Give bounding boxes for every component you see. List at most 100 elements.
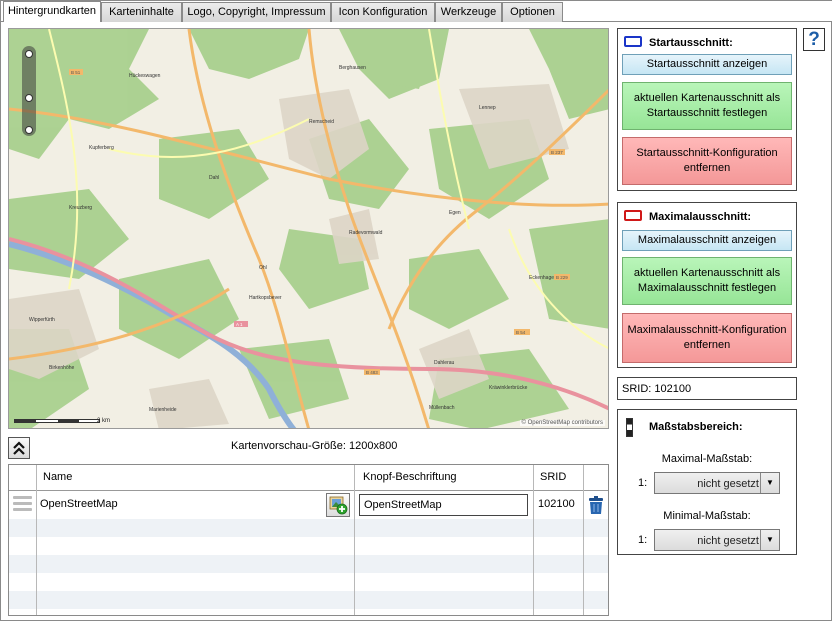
svg-text:Müllenbach: Müllenbach: [429, 405, 455, 411]
chevron-down-icon[interactable]: ▼: [760, 473, 779, 493]
min-scale-prefix: 1:: [638, 534, 648, 546]
svg-text:B 229: B 229: [556, 275, 568, 280]
svg-text:B 51: B 51: [71, 70, 81, 75]
row-name: OpenStreetMap: [40, 498, 118, 510]
svg-text:B 237: B 237: [551, 150, 563, 155]
svg-text:Eckenhagen: Eckenhagen: [529, 275, 557, 281]
basemap-grid: Name Knopf-Beschriftung SRID OpenStreetM…: [8, 464, 609, 616]
svg-text:Berghausen: Berghausen: [339, 65, 366, 71]
svg-text:A 1: A 1: [236, 322, 243, 327]
tab-logo-copyright-impressum[interactable]: Logo, Copyright, Impressum: [182, 2, 331, 22]
button-label-input[interactable]: [359, 494, 528, 516]
double-chevron-up-icon: [13, 441, 25, 455]
add-image-button[interactable]: [326, 493, 350, 517]
table-row[interactable]: OpenStreetMap 102100: [9, 491, 608, 519]
svg-text:Radevormwald: Radevormwald: [349, 230, 383, 236]
max-scale-select[interactable]: nicht gesetzt ▼: [654, 472, 780, 494]
delete-row-button[interactable]: [586, 495, 606, 515]
start-extent-panel: Startausschnitt: Startausschnitt anzeige…: [617, 28, 797, 191]
svg-text:Dahlerau: Dahlerau: [434, 360, 455, 366]
svg-text:Wipperfürth: Wipperfürth: [29, 317, 55, 323]
max-extent-color-icon: [624, 210, 642, 221]
grid-column-divider: [533, 465, 534, 615]
svg-text:Marienheide: Marienheide: [149, 407, 177, 413]
map-attribution[interactable]: © OpenStreetMap contributors: [519, 420, 605, 426]
trash-icon: [589, 496, 603, 514]
svg-text:Birkenhöhe: Birkenhöhe: [49, 365, 75, 371]
scale-range-icon: [626, 418, 633, 437]
chevron-down-icon[interactable]: ▼: [760, 530, 779, 550]
max-extent-panel: Maximalausschnitt: Maximalausschnitt anz…: [617, 202, 797, 368]
grid-empty-row: [9, 591, 608, 609]
grid-column-divider: [36, 465, 37, 615]
header-srid[interactable]: SRID: [540, 471, 566, 483]
map-preview[interactable]: Hückeswagen Remscheid Lennep Radevormwal…: [8, 28, 609, 429]
tab-karteninhalte[interactable]: Karteninhalte: [101, 2, 182, 22]
zoom-slider[interactable]: [22, 46, 36, 136]
show-start-extent-button[interactable]: Startausschnitt anzeigen: [622, 54, 792, 75]
svg-text:Hückeswagen: Hückeswagen: [129, 73, 161, 79]
tab-bar: Hintergrundkarten Karteninhalte Logo, Co…: [1, 1, 832, 22]
scale-range-panel: Maßstabsbereich: Maximal-Maßstab: 1: nic…: [617, 409, 797, 555]
map-preview-size-label: Kartenvorschau-Größe: 1200x800: [231, 440, 398, 452]
svg-text:Hartkopsbever: Hartkopsbever: [249, 295, 282, 301]
remove-start-extent-label-1: Startausschnitt-Konfiguration: [636, 147, 778, 159]
grid-empty-row: [9, 537, 608, 555]
min-scale-label: Minimal-Maßstab:: [663, 510, 751, 522]
max-scale-prefix: 1:: [638, 477, 648, 489]
grid-empty-row: [9, 555, 608, 573]
row-srid: 102100: [538, 498, 575, 510]
tab-hintergrundkarten[interactable]: Hintergrundkarten: [3, 1, 101, 22]
scale-range-title: Maßstabsbereich:: [649, 421, 743, 433]
remove-start-extent-button[interactable]: Startausschnitt-Konfiguration entfernen: [622, 137, 792, 185]
set-max-extent-button[interactable]: aktuellen Kartenausschnitt als Maximalau…: [622, 257, 792, 305]
srid-display: SRID: 102100: [617, 377, 797, 400]
collapse-map-button[interactable]: [8, 437, 30, 459]
remove-max-extent-label-1: Maximalausschnitt-Konfiguration: [627, 324, 787, 336]
header-button-label[interactable]: Knopf-Beschriftung: [363, 471, 457, 483]
grid-header: Name Knopf-Beschriftung SRID: [9, 465, 608, 491]
max-scale-label: Maximal-Maßstab:: [661, 453, 753, 465]
grid-empty-row: [9, 519, 608, 537]
app-frame: Hintergrundkarten Karteninhalte Logo, Co…: [0, 0, 832, 621]
map-scale-bar: [14, 419, 100, 423]
svg-text:Kreuzberg: Kreuzberg: [69, 205, 92, 211]
image-add-icon: [329, 496, 348, 515]
header-name[interactable]: Name: [43, 471, 72, 483]
svg-text:Dahl: Dahl: [209, 175, 219, 181]
set-start-extent-label-1: aktuellen Kartenausschnitt als: [633, 92, 781, 104]
svg-text:B 54: B 54: [516, 330, 526, 335]
drag-handle-icon[interactable]: [13, 496, 32, 512]
min-scale-select[interactable]: nicht gesetzt ▼: [654, 529, 780, 551]
tab-werkzeuge[interactable]: Werkzeuge: [435, 2, 502, 22]
grid-column-divider: [583, 465, 584, 615]
zoom-out-handle[interactable]: [25, 126, 33, 134]
show-max-extent-button[interactable]: Maximalausschnitt anzeigen: [622, 230, 792, 251]
grid-column-divider: [354, 465, 355, 615]
remove-start-extent-label-2: entfernen: [683, 162, 731, 174]
max-scale-value: nicht gesetzt: [697, 478, 759, 490]
min-scale-value: nicht gesetzt: [697, 535, 759, 547]
svg-text:Ohl: Ohl: [259, 265, 267, 271]
zoom-in-handle[interactable]: [25, 50, 33, 58]
svg-text:Kräwinklerbrücke: Kräwinklerbrücke: [489, 385, 528, 391]
svg-text:Egen: Egen: [449, 210, 461, 216]
start-extent-title: Startausschnitt:: [649, 37, 733, 49]
tab-icon-konfiguration[interactable]: Icon Konfiguration: [331, 2, 435, 22]
start-extent-color-icon: [624, 36, 642, 47]
grid-empty-row: [9, 573, 608, 591]
remove-max-extent-label-2: entfernen: [683, 339, 731, 351]
tab-optionen[interactable]: Optionen: [502, 2, 563, 22]
set-start-extent-button[interactable]: aktuellen Kartenausschnitt als Startauss…: [622, 82, 792, 130]
svg-text:Lennep: Lennep: [479, 105, 496, 111]
help-button[interactable]: ?: [803, 28, 825, 51]
remove-max-extent-button[interactable]: Maximalausschnitt-Konfiguration entferne…: [622, 313, 792, 363]
svg-text:Remscheid: Remscheid: [309, 119, 334, 125]
zoom-level-handle[interactable]: [25, 94, 33, 102]
set-start-extent-label-2: Startausschnitt festlegen: [646, 107, 768, 119]
map-canvas: Hückeswagen Remscheid Lennep Radevormwal…: [9, 29, 608, 428]
svg-text:B 483: B 483: [366, 370, 378, 375]
set-max-extent-label-1: aktuellen Kartenausschnitt als: [633, 267, 781, 279]
svg-text:Kupferberg: Kupferberg: [89, 145, 114, 151]
max-extent-title: Maximalausschnitt:: [649, 211, 752, 223]
